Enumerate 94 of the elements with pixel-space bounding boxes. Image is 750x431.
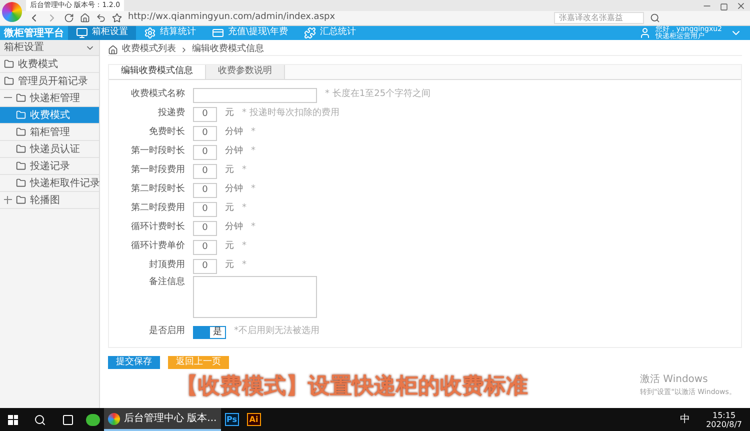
close-icon[interactable]: [736, 1, 746, 11]
sidebar-item[interactable]: 轮播图: [0, 192, 99, 209]
folder-icon: [16, 161, 26, 171]
ime-indicator[interactable]: 中: [680, 412, 690, 427]
folder-icon: [16, 93, 26, 103]
unit-label: 元: [225, 240, 234, 254]
field-label: 封顶费用: [148, 259, 185, 272]
field-label: 收费模式名称: [130, 88, 185, 102]
field-label: 第一时段时长: [130, 145, 185, 158]
number-field[interactable]: 0: [193, 164, 217, 178]
chat-app-icon[interactable]: [86, 414, 100, 426]
search-icon[interactable]: [650, 13, 660, 23]
field-label: 投递费: [157, 107, 185, 120]
field-hint: *: [242, 259, 246, 272]
field-label: 第一时段费用: [130, 164, 185, 178]
unit-label: 分钟: [225, 221, 243, 234]
browser-logo-icon[interactable]: [2, 2, 22, 22]
field-hint: *: [242, 164, 246, 178]
save-button[interactable]: 提交保存: [108, 356, 160, 369]
folder-icon: [16, 178, 26, 188]
number-field[interactable]: 0: [193, 144, 217, 160]
folder-icon: [16, 110, 26, 120]
folder-icon: [4, 76, 14, 86]
search-icon[interactable]: [34, 414, 46, 426]
field-label: 循环计费单价: [130, 240, 185, 254]
field-hint: *: [242, 240, 246, 254]
number-field[interactable]: 0: [193, 258, 217, 274]
unit-label: 分钟: [225, 183, 243, 196]
sidebar-item[interactable]: 箱柜管理: [0, 124, 99, 141]
reload-icon[interactable]: [64, 13, 74, 23]
number-field[interactable]: 0: [193, 106, 217, 122]
field-hint: *: [251, 221, 256, 234]
field-hint: * 长度在1至25个字符之间: [325, 88, 431, 102]
address-bar[interactable]: http://wx.qianmingyun.com/admin/index.aspx: [128, 11, 548, 25]
breadcrumb-item[interactable]: 收费模式列表: [122, 42, 176, 56]
unit-label: 元: [225, 259, 234, 272]
field-hint: *: [242, 202, 246, 216]
form-tab[interactable]: 收费参数说明: [206, 65, 285, 79]
home-icon: [108, 44, 118, 54]
field-hint: *: [251, 145, 256, 158]
unit-label: 分钟: [225, 145, 243, 158]
star-icon[interactable]: [112, 13, 122, 23]
folder-icon: [16, 195, 26, 205]
nav-tab[interactable]: 箱柜设置: [68, 26, 136, 40]
field-label: 第二时段费用: [130, 202, 185, 216]
folder-icon: [16, 127, 26, 137]
taskbar-window-button[interactable]: 后台管理中心 版本...: [104, 408, 221, 431]
task-view-icon[interactable]: [62, 414, 74, 426]
clock[interactable]: 15:15 2020/8/7: [706, 410, 742, 428]
number-field[interactable]: 0: [193, 182, 217, 198]
monitor-icon: [76, 27, 88, 39]
form-tab[interactable]: 编辑收费模式信息: [109, 65, 206, 79]
sidebar-item[interactable]: 投递记录: [0, 158, 99, 175]
maximize-icon[interactable]: [720, 3, 728, 11]
card-icon: [212, 27, 224, 39]
field-label: 备注信息: [148, 276, 185, 289]
textarea-field[interactable]: [193, 276, 317, 318]
undo-icon[interactable]: [96, 13, 106, 23]
sidebar-section[interactable]: 箱柜设置: [0, 40, 99, 56]
field-hint: *不启用则无法被选用: [234, 325, 320, 338]
home-icon[interactable]: [80, 13, 90, 23]
sidebar-item[interactable]: 管理员开箱记录: [0, 73, 99, 90]
sidebar-item[interactable]: 收费模式: [0, 107, 99, 124]
start-icon[interactable]: [8, 414, 18, 424]
number-field[interactable]: 0: [193, 220, 217, 236]
platform-logo: 微柜管理平台: [2, 26, 65, 40]
field-hint: *: [251, 183, 256, 196]
sidebar-item[interactable]: 快递柜取件记录: [0, 175, 99, 192]
number-field[interactable]: 0: [193, 126, 217, 140]
user-avatar-icon: [639, 27, 652, 39]
taskbar-app-button[interactable]: Ai: [246, 413, 261, 426]
toggle-switch[interactable]: 是: [193, 326, 226, 338]
unit-label: 元: [225, 202, 234, 216]
breadcrumb-item: 编辑收费模式信息: [192, 42, 264, 56]
sidebar-item[interactable]: 快递员认证: [0, 141, 99, 158]
activation-title: 激活 Windows: [640, 373, 709, 387]
expand-icon[interactable]: [4, 196, 12, 204]
number-field[interactable]: 0: [193, 240, 217, 254]
unit-label: 元: [225, 107, 234, 120]
field-label: 是否启用: [148, 325, 185, 338]
unit-label: 元: [225, 164, 234, 178]
text-field[interactable]: [193, 88, 317, 102]
field-label: 免费时长: [148, 126, 185, 140]
field-hint: * 投递时每次扣除的费用: [242, 107, 340, 120]
field-label: 第二时段时长: [130, 183, 185, 196]
taskbar-app-button[interactable]: Ps: [224, 413, 239, 426]
sidebar-item[interactable]: 收费模式: [0, 56, 99, 73]
breadcrumb-separator-icon: [180, 46, 188, 54]
field-hint: *: [251, 126, 256, 140]
unit-label: 分钟: [225, 126, 243, 140]
field-label: 循环计费时长: [130, 221, 185, 234]
folder-icon: [4, 59, 14, 69]
folder-icon: [16, 144, 26, 154]
number-field[interactable]: 0: [193, 202, 217, 216]
